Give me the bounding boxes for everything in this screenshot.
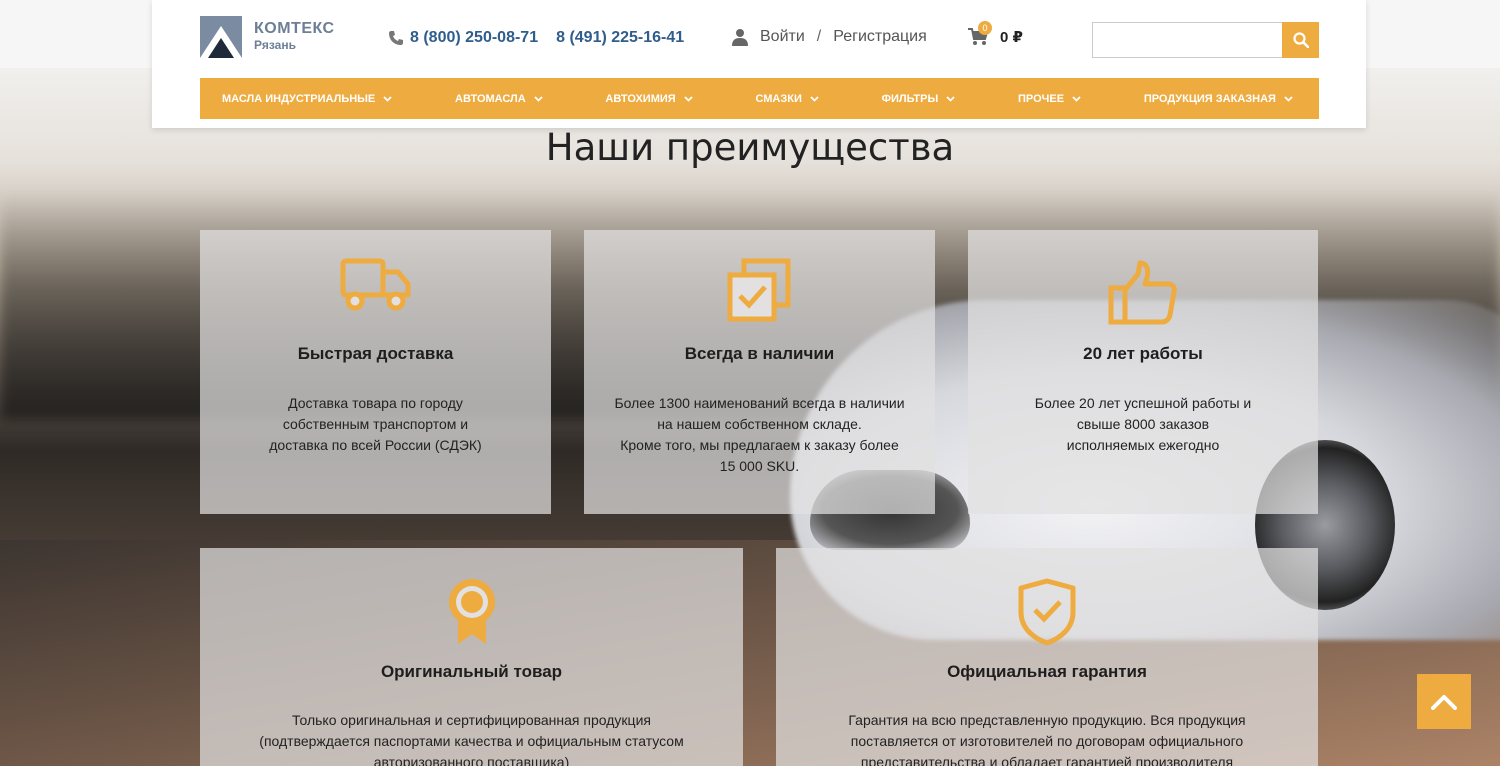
nav-item-auto-chemistry[interactable]: Автохимия [605,93,693,105]
chevron-down-icon [1284,95,1293,102]
logo[interactable]: КОМТЕКС Рязань [200,16,335,58]
award-icon [448,579,495,644]
search-icon [1292,32,1309,48]
chevron-down-icon [946,95,955,102]
search [1092,22,1319,58]
card-title: Быстрая доставка [297,344,454,363]
phone-link-1[interactable]: 8 (800) 250-08-71 [410,29,538,47]
phone-icon [389,31,403,45]
nav-item-custom-products[interactable]: Продукция заказная [1144,93,1293,105]
thumbs-up-icon [1108,260,1177,325]
card-title: Оригинальный товар [380,662,563,681]
main-nav: Масла индустриальные Автомасла Автохимия… [200,78,1319,119]
logo-mark-icon [200,16,242,58]
chevron-down-icon [684,95,693,102]
stock-check-icon [727,258,790,322]
site-header: КОМТЕКС Рязань 8 (800) 250-08-71 8 (491)… [152,0,1366,128]
nav-item-auto-oils[interactable]: Автомасла [455,93,543,105]
logo-name: КОМТЕКС [254,20,335,37]
card-text: Гарантия на всю представленную продукцию… [848,712,1246,766]
scroll-top-button[interactable] [1417,674,1471,729]
cart-count-badge: 0 [978,21,992,35]
cart[interactable]: 0 ₽ [968,28,1023,46]
search-button[interactable] [1282,22,1319,58]
card-text: Более 1300 наименований всегда в наличии… [614,395,905,474]
nav-item-other[interactable]: Прочее [1018,93,1081,105]
advantage-card-delivery: Быстрая доставка Доставка товара по горо… [200,230,551,514]
truck-icon [340,258,410,311]
card-title: Всегда в наличии [684,344,835,363]
section-title: Наши преимущества [545,126,955,169]
card-title: Официальная гарантия [947,662,1147,681]
phone-link-2[interactable]: 8 (491) 225-16-41 [556,29,684,47]
search-input[interactable] [1092,22,1282,58]
shield-check-icon [1018,578,1076,646]
advantage-card-20-years: 20 лет работы Более 20 лет успешной рабо… [968,230,1318,514]
login-link[interactable]: Войти [760,28,805,46]
advantage-card-in-stock: Всегда в наличии Более 1300 наименований… [584,230,935,514]
nav-item-greases[interactable]: Смазки [755,93,819,105]
nav-item-filters[interactable]: Фильтры [882,93,956,105]
user-icon [732,29,748,46]
cart-sum: 0 ₽ [1000,29,1023,46]
nav-item-industrial-oils[interactable]: Масла индустриальные [222,93,392,105]
chevron-up-icon [1431,694,1457,710]
card-text: Только оригинальная и сертифицированная … [259,712,684,766]
chevron-down-icon [810,95,819,102]
card-title: 20 лет работы [1083,344,1203,363]
auth-separator: / [816,28,822,45]
phones: 8 (800) 250-08-71 8 (491) 225-16-41 [388,29,684,47]
auth: Войти / Регистрация [732,28,927,46]
chevron-down-icon [1072,95,1081,102]
logo-city: Рязань [254,38,296,52]
register-link[interactable]: Регистрация [833,28,927,46]
chevron-down-icon [534,95,543,102]
card-text: Более 20 лет успешной работы и свыше 800… [1034,395,1252,453]
advantage-card-original: Оригинальный товар Только оригинальная и… [200,548,743,766]
card-text: Доставка товара по городу собственным тр… [269,395,482,453]
advantage-card-warranty: Официальная гарантия Гарантия на всю пре… [776,548,1318,766]
chevron-down-icon [383,95,392,102]
